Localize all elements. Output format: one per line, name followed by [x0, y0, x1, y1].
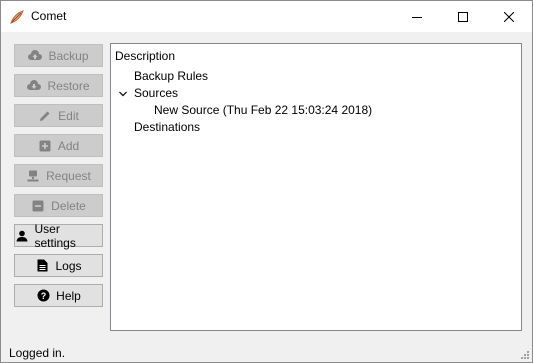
svg-text:?: ? [40, 291, 46, 301]
tree-item-label: Backup Rules [134, 69, 209, 83]
delete-button-label: Delete [51, 198, 86, 213]
logs-button-label: Logs [55, 258, 82, 273]
title-bar[interactable]: Comet [1, 1, 532, 32]
window-title: Comet [31, 9, 67, 23]
restore-button[interactable]: Restore [14, 74, 103, 97]
add-button-label: Add [57, 138, 80, 153]
tree-item-new-source[interactable]: New Source (Thu Feb 22 15:03:24 2018) [154, 103, 372, 117]
edit-button-label: Edit [58, 108, 79, 123]
logs-button[interactable]: Logs [14, 254, 103, 277]
maximize-button[interactable] [440, 1, 486, 32]
cloud-download-icon [27, 79, 42, 93]
user-icon [15, 229, 29, 243]
tree-item-label: New Source (Thu Feb 22 15:03:24 2018) [154, 103, 373, 117]
delete-button[interactable]: Delete [14, 194, 103, 217]
close-icon [504, 11, 514, 22]
add-button[interactable]: Add [14, 134, 103, 157]
minimize-icon [412, 16, 422, 18]
chevron-down-icon[interactable] [118, 89, 128, 99]
help-button[interactable]: ? Help [14, 284, 103, 307]
main-window: Comet Backup Restore Edit Add Request De… [0, 0, 533, 363]
edit-button[interactable]: Edit [14, 104, 103, 127]
pencil-icon [38, 109, 52, 123]
comet-app-icon [10, 10, 24, 24]
backup-button[interactable]: Backup [14, 44, 103, 67]
user-settings-button-label: User settings [34, 221, 76, 250]
status-bar-text: Logged in. [9, 346, 66, 360]
tree-item-sources[interactable]: Sources [134, 86, 178, 100]
question-circle-icon: ? [36, 289, 50, 303]
sources-tree-view[interactable]: Description Backup Rules Sources New Sou… [110, 43, 522, 331]
tree-item-label: Destinations [134, 120, 201, 134]
request-button[interactable]: Request [14, 164, 103, 187]
maximize-icon [458, 11, 468, 22]
user-settings-button[interactable]: User settings [14, 221, 103, 250]
network-icon [26, 169, 40, 183]
restore-button-label: Restore [47, 78, 90, 93]
backup-button-label: Backup [48, 48, 89, 63]
help-button-label: Help [56, 288, 81, 303]
tree-item-label: Sources [134, 86, 179, 100]
tree-column-header[interactable]: Description [115, 49, 175, 63]
request-button-label: Request [46, 168, 91, 183]
tree-item-destinations[interactable]: Destinations [134, 120, 200, 134]
resize-grip-icon[interactable] [519, 349, 529, 359]
minimize-button[interactable] [394, 1, 440, 32]
minus-square-icon [31, 199, 45, 213]
document-icon [35, 259, 49, 273]
cloud-upload-icon [28, 49, 43, 63]
close-button[interactable] [486, 1, 532, 32]
plus-square-icon [38, 139, 52, 153]
tree-item-backup-rules[interactable]: Backup Rules [134, 69, 208, 83]
